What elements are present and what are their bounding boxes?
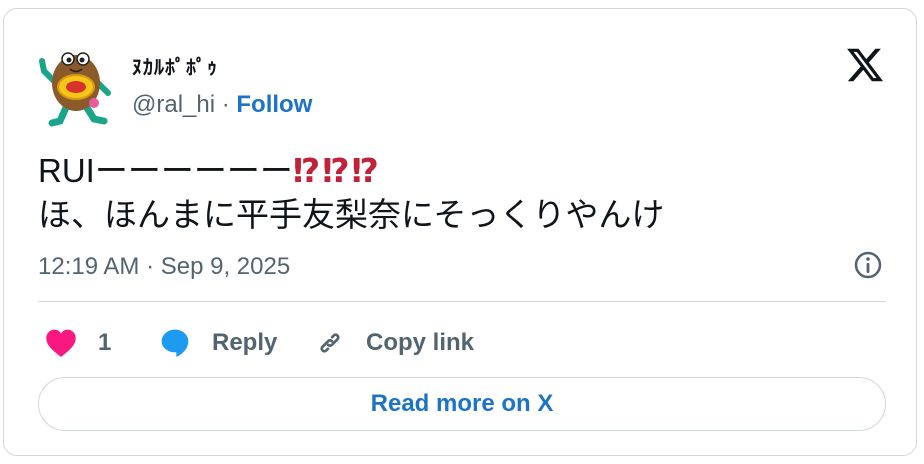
x-logo-icon[interactable] xyxy=(844,45,886,85)
follow-button[interactable]: Follow xyxy=(236,91,312,118)
tweet-text: RUIーーーーーー⁉⁉⁉ ほ、ほんまに平手友梨奈にそっくりやんけ xyxy=(38,149,878,237)
read-more-button[interactable]: Read more on X xyxy=(38,377,886,431)
reply-label: Reply xyxy=(212,329,278,356)
exclamation-question-emoji: ⁉⁉⁉ xyxy=(292,152,381,189)
heart-icon xyxy=(46,329,76,357)
tweet-embed-card: ﾇｶﾙﾎﾟﾎﾟｩ @ral_hi · Follow RUIーーーーーー⁉⁉⁉ ほ… xyxy=(3,8,917,456)
tweet-line-2: ほ、ほんまに平手友梨奈にそっくりやんけ xyxy=(38,196,665,233)
author-handle[interactable]: @ral_hi xyxy=(132,91,215,118)
tweet-timestamp[interactable]: 12:19 AM · Sep 9, 2025 xyxy=(38,253,290,281)
info-icon[interactable] xyxy=(852,249,884,281)
link-icon xyxy=(320,333,340,353)
like-count: 1 xyxy=(98,329,112,356)
avatar[interactable] xyxy=(38,41,114,131)
author-handle-row: @ral_hi · Follow xyxy=(132,91,312,119)
tweet-line-1-text: RUIーーーーーー xyxy=(38,152,293,189)
author-display-name[interactable]: ﾇｶﾙﾎﾟﾎﾟｩ xyxy=(132,51,218,80)
handle-separator: · xyxy=(215,91,237,118)
tweet-line-1: RUIーーーーーー⁉⁉⁉ xyxy=(38,149,878,193)
like-button[interactable]: 1 xyxy=(44,325,111,361)
copy-link-label: Copy link xyxy=(366,329,475,356)
copy-link-button[interactable]: Copy link xyxy=(314,325,474,361)
speech-bubble-icon xyxy=(161,329,189,357)
divider xyxy=(38,301,886,302)
reply-button[interactable]: Reply xyxy=(158,325,277,361)
